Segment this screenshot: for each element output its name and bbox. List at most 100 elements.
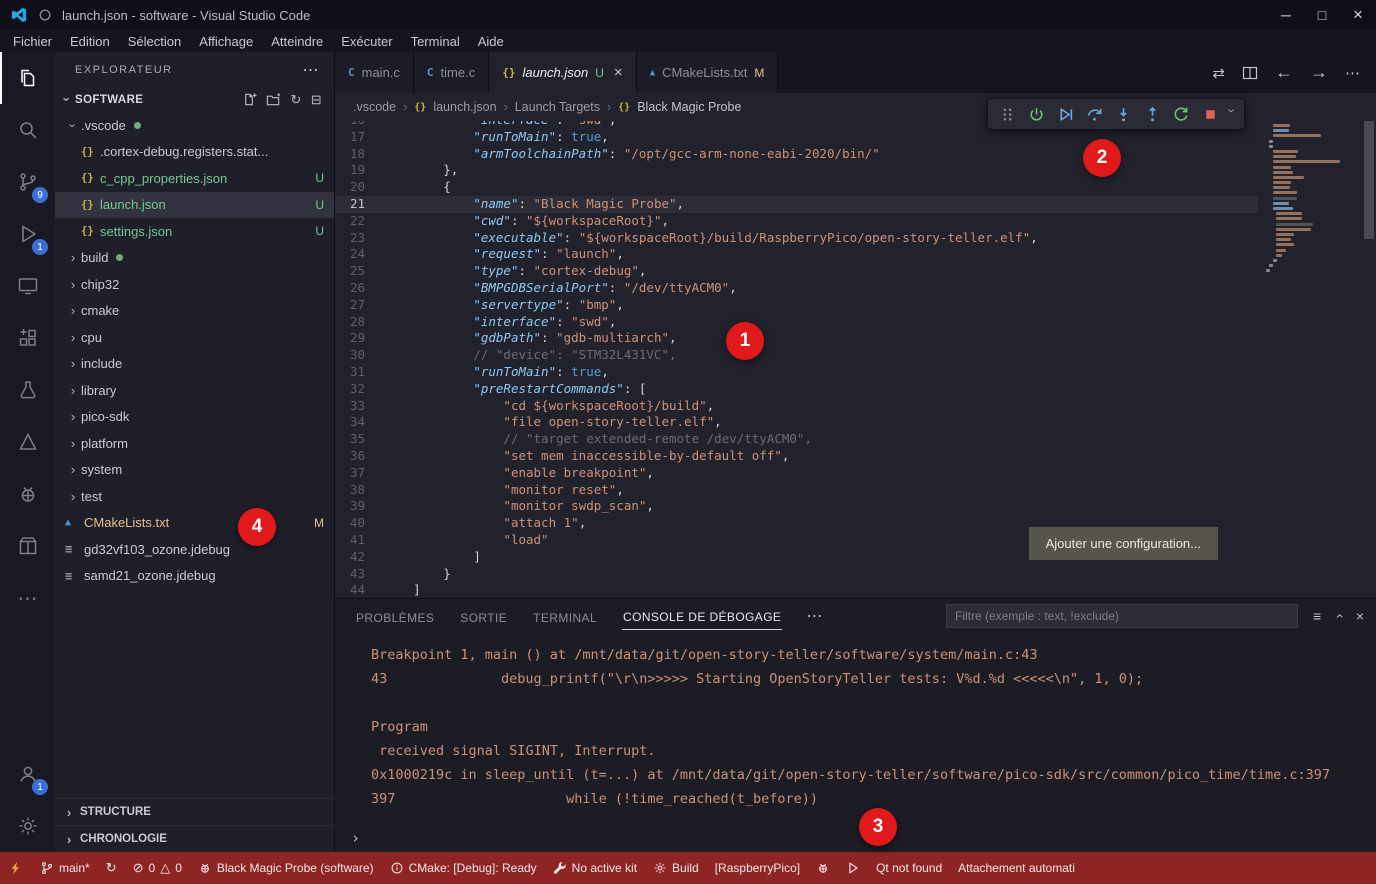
menu-edition[interactable]: Edition [61,34,119,49]
cmake-status[interactable]: CMake: [Debug]: Ready [382,852,545,884]
close-panel-icon[interactable]: × [1356,608,1364,624]
code-line-32[interactable]: 32 "preRestartCommands": [ [335,381,1258,398]
code-line-21[interactable]: 21 "name": "Black Magic Probe", [335,196,1258,213]
console-filter-input[interactable] [946,604,1298,628]
code-line-27[interactable]: 27 "servertype": "bmp", [335,297,1258,314]
code-line-35[interactable]: 35 // "target extended-remote /dev/ttyAC… [335,431,1258,448]
section-timeline[interactable]: › CHRONOLOGIE [55,825,334,852]
filter-lines-icon[interactable]: ≡ [1313,608,1321,624]
tab-time-c[interactable]: C time.c [414,52,489,93]
code-line-29[interactable]: 29 "gdbPath": "gdb-multiarch", [335,330,1258,347]
code-line-39[interactable]: 39 "monitor swdp_scan", [335,498,1258,515]
explorer-section-header[interactable]: › SOFTWARE ↻ ⊟ [55,87,334,112]
branch-status[interactable]: main* [32,852,98,884]
run-target-button[interactable] [838,852,868,884]
back-icon[interactable]: ← [1275,62,1293,83]
menu-atteindre[interactable]: Atteindre [262,34,332,49]
chevron-down-icon[interactable]: › [1225,108,1240,120]
panel-tab-terminal[interactable]: TERMINAL [532,603,598,630]
file-c_cpp_properties.json[interactable]: {}c_cpp_properties.jsonU [55,165,334,192]
problems-status[interactable]: ⊘0 △0 [125,852,190,884]
code-line-24[interactable]: 24 "request": "launch", [335,246,1258,263]
code-line-31[interactable]: 31 "runToMain": true, [335,364,1258,381]
tab-launch-json[interactable]: {} launch.json U × [489,52,636,93]
activity-debug-console[interactable] [0,468,55,520]
panel-tab-probl-mes[interactable]: PROBLÈMES [355,603,435,630]
activity-testing[interactable] [0,364,55,416]
maximize-panel-icon[interactable]: › [1330,614,1346,619]
file-samd21_ozone.jdebug[interactable]: ≡samd21_ozone.jdebug [55,563,334,590]
minimap[interactable] [1258,121,1362,598]
forward-icon[interactable]: → [1310,62,1328,83]
breadcrumb-item[interactable]: Launch Targets [515,100,600,114]
code-line-20[interactable]: 20 { [335,179,1258,196]
close-tab-icon[interactable]: × [614,64,623,81]
activity-settings[interactable] [0,800,55,852]
new-folder-icon[interactable] [266,92,281,107]
add-configuration-button[interactable]: Ajouter une configuration... [1029,527,1218,560]
collapse-all-icon[interactable]: ⊟ [311,92,322,108]
remote-indicator[interactable] [0,852,32,884]
debug-console-output[interactable]: Breakpoint 1, main () at /mnt/data/git/o… [335,633,1376,852]
activity-packages[interactable] [0,520,55,572]
step-into-icon[interactable] [1110,101,1136,127]
file-.cortex-debug.registers.stat...[interactable]: {}.cortex-debug.registers.stat... [55,139,334,166]
activity-accounts[interactable]: 1 [0,748,55,800]
maximize-icon[interactable]: □ [1304,0,1340,30]
code-line-34[interactable]: 34 "file open-story-teller.elf", [335,414,1258,431]
activity-cmake[interactable] [0,416,55,468]
file-cmakelists.txt[interactable]: ▲CMakeLists.txtM [55,510,334,537]
folder-system[interactable]: ›system [55,457,334,484]
repl-prompt-icon[interactable]: › [351,829,360,847]
folder-include[interactable]: ›include [55,351,334,378]
menu-aide[interactable]: Aide [469,34,513,49]
code-line-19[interactable]: 19 }, [335,162,1258,179]
menu-sélection[interactable]: Sélection [119,34,190,49]
section-structure[interactable]: › STRUCTURE [55,798,334,825]
debug-config-status[interactable]: Black Magic Probe (software) [190,852,382,884]
file-settings.json[interactable]: {}settings.jsonU [55,218,334,245]
activity-more[interactable]: ⋯ [0,572,55,624]
folder-build[interactable]: ›build [55,245,334,272]
panel-tab-sortie[interactable]: SORTIE [459,603,508,630]
power-reset-icon[interactable] [1023,101,1049,127]
code-line-18[interactable]: 18 "armToolchainPath": "/opt/gcc-arm-non… [335,146,1258,163]
activity-run-debug[interactable]: 1 [0,208,55,260]
qt-status[interactable]: Qt not found [868,852,950,884]
auto-attach-status[interactable]: Attachement automati [950,852,1083,884]
code-line-25[interactable]: 25 "type": "cortex-debug", [335,263,1258,280]
code-line-22[interactable]: 22 "cwd": "${workspaceRoot}", [335,213,1258,230]
code-line-26[interactable]: 26 "BMPGDBSerialPort": "/dev/ttyACM0", [335,280,1258,297]
more-actions-icon[interactable]: ⋯ [1345,64,1360,82]
drag-handle-icon[interactable] [994,101,1020,127]
code-line-44[interactable]: 44 ] [335,582,1258,598]
code-line-23[interactable]: 23 "executable": "${workspaceRoot}/build… [335,230,1258,247]
panel-tab-console-de-d-bogage[interactable]: CONSOLE DE DÉBOGAGE [622,602,782,630]
open-changes-icon[interactable]: ⇄ [1212,64,1225,82]
activity-source-control[interactable]: 9 [0,156,55,208]
folder-cpu[interactable]: ›cpu [55,324,334,351]
stop-icon[interactable] [1197,101,1223,127]
explorer-more-actions-icon[interactable]: ⋯ [303,60,321,80]
activity-explorer[interactable] [0,52,55,104]
tab-cmakelists[interactable]: ▲ CMakeLists.txt M [637,52,779,93]
editor-scrollbar[interactable] [1362,121,1376,598]
menu-affichage[interactable]: Affichage [190,34,262,49]
code-line-28[interactable]: 28 "interface": "swd", [335,314,1258,331]
continue-icon[interactable] [1052,101,1078,127]
activity-search[interactable] [0,104,55,156]
breadcrumb-item[interactable]: Black Magic Probe [637,100,741,114]
build-button[interactable]: Build [645,852,707,884]
folder-cmake[interactable]: ›cmake [55,298,334,325]
new-file-icon[interactable] [242,92,257,107]
tab-main-c[interactable]: C main.c [335,52,414,93]
launch-target[interactable]: [RaspberryPico] [707,852,808,884]
kit-status[interactable]: No active kit [545,852,645,884]
debug-target-button[interactable] [808,852,838,884]
breadcrumb-item[interactable]: .vscode [353,100,396,114]
folder-chip32[interactable]: ›chip32 [55,271,334,298]
folder-test[interactable]: ›test [55,483,334,510]
code-line-17[interactable]: 17 "runToMain": true, [335,129,1258,146]
activity-remote-explorer[interactable] [0,260,55,312]
activity-extensions[interactable] [0,312,55,364]
